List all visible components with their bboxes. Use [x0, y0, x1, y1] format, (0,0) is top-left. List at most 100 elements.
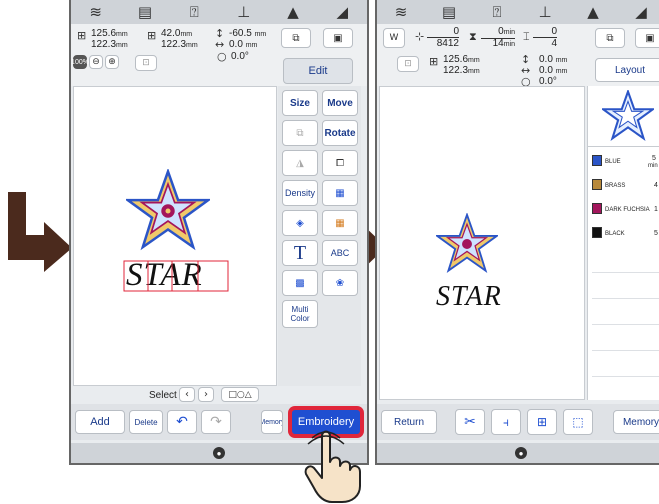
help-icon[interactable]: ⍰: [487, 3, 507, 21]
appliqué-icon[interactable]: ❀: [322, 270, 358, 296]
border-icon[interactable]: ◈: [282, 210, 318, 236]
text-edit-button[interactable]: T: [282, 240, 318, 266]
embroidery-canvas[interactable]: STAR: [379, 86, 585, 400]
thread-name: DARK FUCHSIA: [605, 207, 650, 213]
density-button[interactable]: Density: [282, 180, 318, 206]
step-arrow-left: [8, 192, 72, 272]
camera-view-button[interactable]: ▣: [323, 28, 353, 48]
return-button[interactable]: Return: [381, 410, 437, 434]
status-icon-bar-right: ≋ ▤ ⍰ ⊥ ▲ ◢: [377, 0, 659, 24]
hoop-view-button-right[interactable]: ⧉: [595, 28, 625, 48]
thread-count-icon: ⌶: [523, 30, 530, 43]
thread-swatch: [592, 155, 602, 166]
width-icon[interactable]: W: [383, 28, 405, 48]
memory-button-right[interactable]: Memory: [613, 410, 659, 434]
select-next-icon[interactable]: ›: [198, 387, 214, 402]
wifi-icon[interactable]: ≋: [86, 3, 106, 21]
duplicate-icon[interactable]: ⧠: [322, 150, 358, 176]
frame-preview-icon[interactable]: ⊡: [135, 55, 157, 71]
design-size-icon: ⊞: [77, 29, 87, 42]
clock-icon: ●: [213, 447, 225, 459]
thread-swatch: [592, 203, 602, 214]
layout-button[interactable]: Layout: [595, 58, 659, 82]
thread-name: BRASS: [605, 183, 626, 189]
edit-tool-panel: Size Move ⧉ Rotate ◮ ⧠ Density ▦ ◈ ▦ T A…: [278, 86, 361, 386]
color-current: 0: [533, 26, 557, 38]
design-info-panel: ⊞ 125.6mm 122.3mm ⊞ 42.0mm 122.3mm ↕ -60…: [71, 24, 367, 86]
wifi-icon[interactable]: ≋: [391, 3, 411, 21]
lock-icon[interactable]: ▲: [583, 3, 603, 21]
needle-icon: ⊹: [415, 30, 425, 43]
status-icon-bar: ≋ ▤ ⍰ ⊥ ▲ ◢: [71, 0, 367, 24]
rotation-icon: ○: [217, 50, 227, 63]
hourglass-icon: ⧗: [469, 30, 477, 43]
embroidery-info-panel: W ⊹ 0 8412 ⧗ 0min 14min ⌶ 0 4 ⧉ ▣ ⊡ ⊞ 12…: [377, 24, 659, 88]
zoom-out-icon[interactable]: ⊖: [89, 55, 103, 69]
document-icon[interactable]: ▤: [135, 3, 155, 21]
rotate-button[interactable]: Rotate: [322, 120, 358, 146]
thread-swatch: [592, 227, 602, 238]
tension-icon[interactable]: ⫞: [491, 409, 521, 435]
thread-spool-icon[interactable]: ⊥: [535, 3, 555, 21]
design-text-preview: STAR: [436, 281, 502, 312]
trial-icon[interactable]: ⬚: [563, 409, 593, 435]
lock-icon[interactable]: ▲: [283, 3, 303, 21]
star-design-icon[interactable]: [126, 169, 210, 253]
color-palette-icon[interactable]: ▦: [322, 210, 358, 236]
zoom-level-button[interactable]: 100%: [71, 55, 89, 69]
right-bottom-bar: Return ✂ ⫞ ⊞ ⬚ Memory: [377, 404, 659, 440]
thread-time: 1: [654, 206, 658, 213]
hand-pointer-icon: [304, 430, 361, 503]
thread-name: BLUE: [605, 159, 621, 165]
help-icon[interactable]: ⍰: [184, 3, 204, 21]
thread-thumbnail-icon: [602, 90, 654, 141]
machine-icon[interactable]: ◢: [332, 3, 352, 21]
design-height-right: 122.3mm: [443, 65, 480, 76]
group-icon[interactable]: ⧉: [282, 120, 318, 146]
frame-preview-icon-right[interactable]: ⊡: [397, 56, 419, 72]
thread-time: 4: [654, 182, 658, 189]
design-size-icon-right: ⊞: [429, 55, 439, 68]
clock-icon: ●: [515, 447, 527, 459]
embroidery-screen: ≋ ▤ ⍰ ⊥ ▲ ◢ W ⊹ 0 8412 ⧗ 0min 14min ⌶ 0 …: [375, 0, 659, 465]
star-design-preview-icon: [436, 213, 498, 273]
array-icon[interactable]: ▦: [322, 180, 358, 206]
camera-view-button-right[interactable]: ▣: [635, 28, 659, 48]
thread-row-brass[interactable]: BRASS 4: [588, 176, 659, 196]
thread-name: BLACK: [605, 231, 625, 237]
edit-button[interactable]: Edit: [283, 58, 353, 84]
horizontal-offset: 0.0 mm: [229, 39, 258, 50]
select-shapes-icon[interactable]: □○△: [221, 387, 259, 402]
size-button[interactable]: Size: [282, 90, 318, 116]
flip-icon[interactable]: ◮: [282, 150, 318, 176]
text-arrange-button[interactable]: ABC: [322, 240, 358, 266]
select-previous-icon[interactable]: ‹: [179, 387, 195, 402]
stipple-icon[interactable]: ▩: [282, 270, 318, 296]
thread-list-panel: BLUE 5 min BRASS 4 DARK FUCHSIA 1 BLACK …: [587, 86, 659, 400]
time-total: 14min: [492, 38, 515, 49]
edit-screen: ≋ ▤ ⍰ ⊥ ▲ ◢ ⊞ 125.6mm 122.3mm ⊞ 42.0mm 1…: [69, 0, 369, 465]
redo-icon[interactable]: ↷: [201, 410, 231, 434]
thread-row-dark-fuchsia[interactable]: DARK FUCHSIA 1: [588, 200, 659, 220]
select-label: Select: [149, 390, 177, 401]
thread-spool-icon[interactable]: ⊥: [234, 3, 254, 21]
hoop-size-icon: ⊞: [147, 29, 157, 42]
thread-cut-icon[interactable]: ✂: [455, 409, 485, 435]
design-canvas[interactable]: STAR: [73, 86, 277, 386]
move-button[interactable]: Move: [322, 90, 358, 116]
thread-row-black[interactable]: BLACK 5: [588, 224, 659, 244]
zoom-in-icon[interactable]: ⊕: [105, 55, 119, 69]
add-button[interactable]: Add: [75, 410, 125, 434]
delete-button[interactable]: Delete: [129, 410, 163, 434]
multi-color-button[interactable]: Multi Color: [282, 300, 318, 328]
rotation-angle: 0.0°: [231, 51, 249, 62]
hoop-view-button[interactable]: ⧉: [281, 28, 311, 48]
thread-time-unit: min: [648, 163, 658, 169]
memory-button[interactable]: Memory: [261, 410, 283, 434]
start-point-icon[interactable]: ⊞: [527, 409, 557, 435]
document-icon[interactable]: ▤: [439, 3, 459, 21]
undo-icon[interactable]: ↶: [167, 410, 197, 434]
thread-row-blue[interactable]: BLUE 5 min: [588, 152, 659, 172]
machine-icon[interactable]: ◢: [631, 3, 651, 21]
thread-time: 5: [654, 230, 658, 237]
